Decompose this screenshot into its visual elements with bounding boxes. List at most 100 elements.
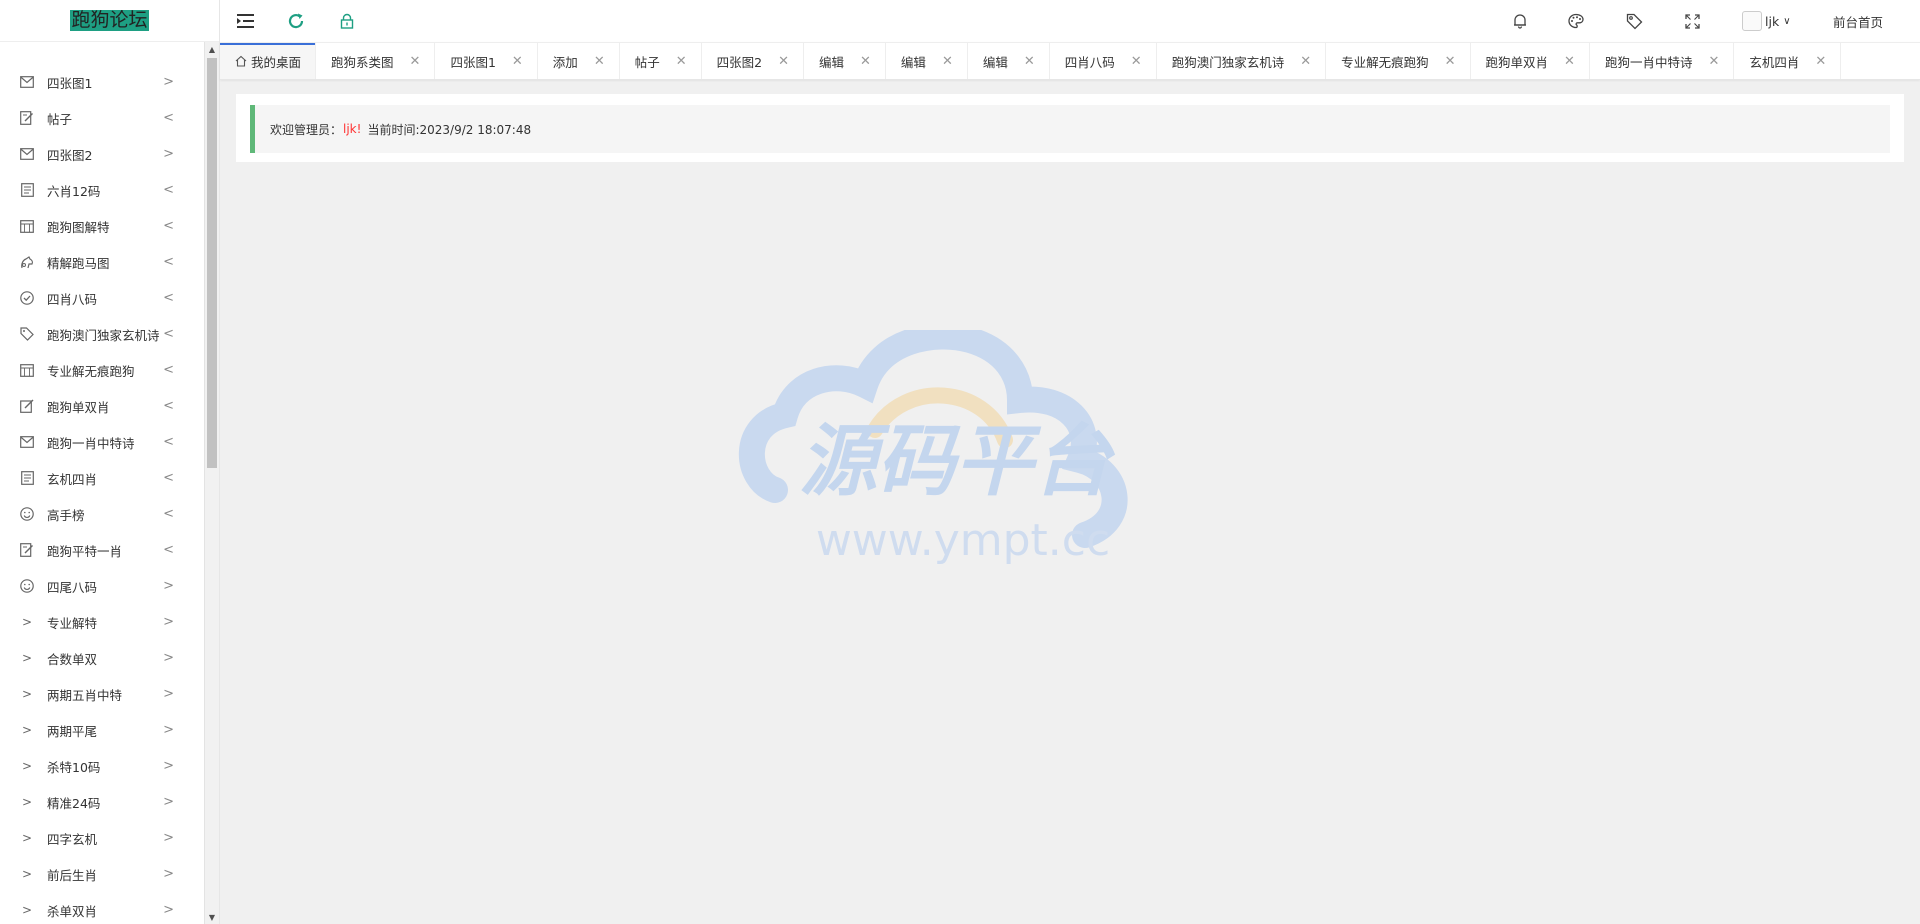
sidebar-item[interactable]: 跑狗澳门独家玄机诗 < — [0, 316, 204, 352]
close-icon[interactable]: ✕ — [1564, 54, 1575, 69]
close-icon[interactable]: ✕ — [778, 54, 789, 69]
front-home-link[interactable]: 前台首页 — [1830, 0, 1886, 42]
sidebar-item[interactable]: 高手榜 < — [0, 496, 204, 532]
fullscreen-button[interactable] — [1680, 0, 1704, 42]
sidebar-item[interactable]: 四尾八码 > — [0, 568, 204, 604]
lock-screen-button[interactable] — [336, 10, 358, 32]
close-icon[interactable]: ✕ — [410, 54, 421, 69]
chevron-left-icon: < — [163, 182, 174, 198]
sidebar-item[interactable]: 四张图2 > — [0, 136, 204, 172]
smile-icon — [19, 506, 35, 522]
close-icon[interactable]: ✕ — [594, 54, 605, 69]
tab[interactable]: 编辑 ✕ — [804, 43, 886, 79]
sidebar-item[interactable]: > 专业解特 > — [0, 604, 204, 640]
tag-button[interactable] — [1622, 0, 1646, 42]
close-icon[interactable]: ✕ — [512, 54, 523, 69]
sidebar-item[interactable]: 跑狗图解特 < — [0, 208, 204, 244]
tab[interactable]: 四肖八码 ✕ — [1050, 43, 1157, 79]
sidebar-scrollbar[interactable]: ▲ ▼ — [204, 42, 219, 924]
scroll-down-arrow-icon[interactable]: ▼ — [205, 910, 219, 924]
logo[interactable]: 跑狗论坛 — [0, 0, 219, 42]
close-icon[interactable]: ✕ — [942, 54, 953, 69]
theme-button[interactable] — [1564, 0, 1588, 42]
lock-icon — [340, 13, 354, 29]
sidebar-item-label: 精准24码 — [47, 795, 101, 811]
current-time: 当前时间:2023/9/2 18:07:48 — [367, 122, 532, 137]
tab[interactable]: 跑狗系类图 ✕ — [316, 43, 436, 79]
scroll-up-arrow-icon[interactable]: ▲ — [205, 42, 219, 56]
sidebar-item[interactable]: 精解跑马图 < — [0, 244, 204, 280]
tab-label: 跑狗系类图 — [331, 54, 394, 70]
tab[interactable]: 帖子 ✕ — [620, 43, 702, 79]
sidebar-item[interactable]: > 前后生肖 > — [0, 856, 204, 892]
tab[interactable]: 四张图1 ✕ — [435, 43, 538, 79]
chevron-right-icon: > — [163, 146, 174, 162]
smile-icon — [19, 578, 35, 594]
sidebar-item[interactable]: > 杀特10码 > — [0, 748, 204, 784]
tab-label: 我的桌面 — [251, 54, 302, 70]
close-icon[interactable]: ✕ — [1815, 54, 1826, 69]
scrollbar-thumb[interactable] — [207, 58, 217, 468]
chevron-right-icon: > — [163, 722, 174, 738]
sidebar-item[interactable]: > 两期平尾 > — [0, 712, 204, 748]
watermark-title: 源码平台 — [799, 417, 1116, 507]
sidebar-item[interactable]: > 四字玄机 > — [0, 820, 204, 856]
sidebar-item[interactable]: 跑狗单双肖 < — [0, 388, 204, 424]
chevron-right-icon: > — [21, 903, 33, 917]
toggle-sidebar-button[interactable] — [235, 10, 257, 32]
refresh-button[interactable] — [285, 10, 307, 32]
tab-label: 专业解无痕跑狗 — [1341, 54, 1429, 70]
tab[interactable]: 编辑 ✕ — [886, 43, 968, 79]
sidebar-item[interactable]: 跑狗一肖中特诗 < — [0, 424, 204, 460]
sidebar-item[interactable]: 四张图1 > — [0, 64, 204, 100]
close-icon[interactable]: ✕ — [676, 54, 687, 69]
logo-text: 跑狗论坛 — [70, 9, 149, 31]
sidebar-item[interactable]: 六肖12码 < — [0, 172, 204, 208]
close-icon[interactable]: ✕ — [1024, 54, 1035, 69]
sidebar-item[interactable]: > 精准24码 > — [0, 784, 204, 820]
tab[interactable]: 玄机四肖 ✕ — [1734, 43, 1842, 79]
notification-button[interactable] — [1508, 0, 1532, 42]
sidebar-item[interactable]: 专业解无痕跑狗 < — [0, 352, 204, 388]
chevron-left-icon: < — [163, 542, 174, 558]
tab[interactable]: 四张图2 ✕ — [702, 43, 804, 79]
sidebar-item[interactable]: 玄机四肖 < — [0, 460, 204, 496]
chevron-left-icon: < — [163, 290, 174, 306]
horse-icon — [19, 254, 35, 270]
calendar-icon — [19, 362, 35, 378]
close-icon[interactable]: ✕ — [1300, 54, 1311, 69]
check-circle-icon — [19, 290, 35, 306]
sidebar-item[interactable]: > 两期五肖中特 > — [0, 676, 204, 712]
sidebar-item-label: 两期平尾 — [47, 723, 98, 739]
chevron-left-icon: < — [163, 218, 174, 234]
sidebar-item[interactable]: 跑狗平特一肖 < — [0, 532, 204, 568]
tab-label: 添加 — [552, 54, 578, 70]
sidebar-item-label: 高手榜 — [47, 507, 85, 523]
tab[interactable]: 编辑 ✕ — [968, 43, 1050, 79]
sidebar-item[interactable]: 四肖八码 < — [0, 280, 204, 316]
close-icon[interactable]: ✕ — [1445, 54, 1456, 69]
close-icon[interactable]: ✕ — [860, 54, 871, 69]
sidebar-item[interactable]: 帖子 < — [0, 100, 204, 136]
user-menu[interactable]: ljk ∨ — [1742, 0, 1798, 42]
tab-my-desktop[interactable]: 我的桌面 — [220, 43, 317, 79]
chevron-right-icon: > — [21, 723, 33, 737]
tab[interactable]: 跑狗澳门独家玄机诗 ✕ — [1157, 43, 1327, 79]
chevron-right-icon: > — [21, 867, 33, 881]
sidebar-item[interactable]: > 合数单双 > — [0, 640, 204, 676]
tab[interactable]: 跑狗单双肖 ✕ — [1471, 43, 1590, 79]
sidebar-item-label: 前后生肖 — [47, 867, 98, 883]
tab[interactable]: 专业解无痕跑狗 ✕ — [1326, 43, 1471, 79]
sidebar-item-label: 跑狗一肖中特诗 — [47, 435, 135, 451]
chevron-left-icon: < — [163, 506, 174, 522]
sidebar-item-label: 四尾八码 — [47, 579, 98, 595]
mail-icon — [19, 74, 35, 90]
sidebar-item[interactable]: > 杀单双肖 > — [0, 892, 204, 924]
user-name: ljk — [1765, 13, 1780, 29]
chevron-right-icon: > — [163, 758, 174, 774]
tab[interactable]: 添加 ✕ — [538, 43, 620, 79]
close-icon[interactable]: ✕ — [1131, 54, 1142, 69]
chevron-right-icon: > — [163, 578, 174, 594]
tab[interactable]: 跑狗一肖中特诗 ✕ — [1590, 43, 1735, 79]
close-icon[interactable]: ✕ — [1708, 54, 1719, 69]
